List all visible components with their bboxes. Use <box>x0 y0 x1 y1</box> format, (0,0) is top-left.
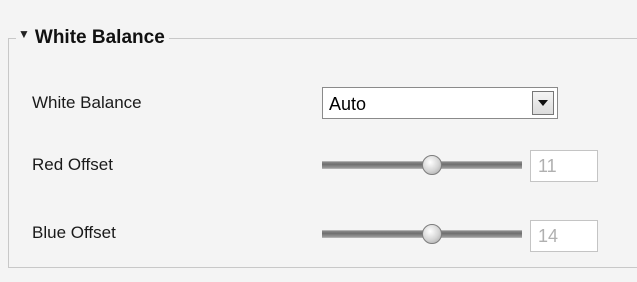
section-header[interactable]: ▼ White Balance <box>16 27 169 49</box>
section-title: White Balance <box>34 27 165 48</box>
white-balance-label: White Balance <box>32 93 142 112</box>
blue-offset-label: Blue Offset <box>32 223 116 242</box>
red-offset-slider[interactable] <box>322 155 522 177</box>
chevron-down-icon <box>538 100 548 106</box>
collapse-triangle-icon[interactable]: ▼ <box>18 27 30 41</box>
red-offset-input[interactable]: 11 <box>530 150 598 182</box>
slider-thumb[interactable] <box>422 155 442 175</box>
white-balance-value: Auto <box>329 94 367 114</box>
blue-offset-slider[interactable] <box>322 224 522 246</box>
dropdown-button[interactable] <box>532 91 554 115</box>
slider-thumb[interactable] <box>422 224 442 244</box>
red-offset-label: Red Offset <box>32 155 113 174</box>
white-balance-select[interactable]: Auto <box>322 87 558 119</box>
blue-offset-input[interactable]: 14 <box>530 220 598 252</box>
